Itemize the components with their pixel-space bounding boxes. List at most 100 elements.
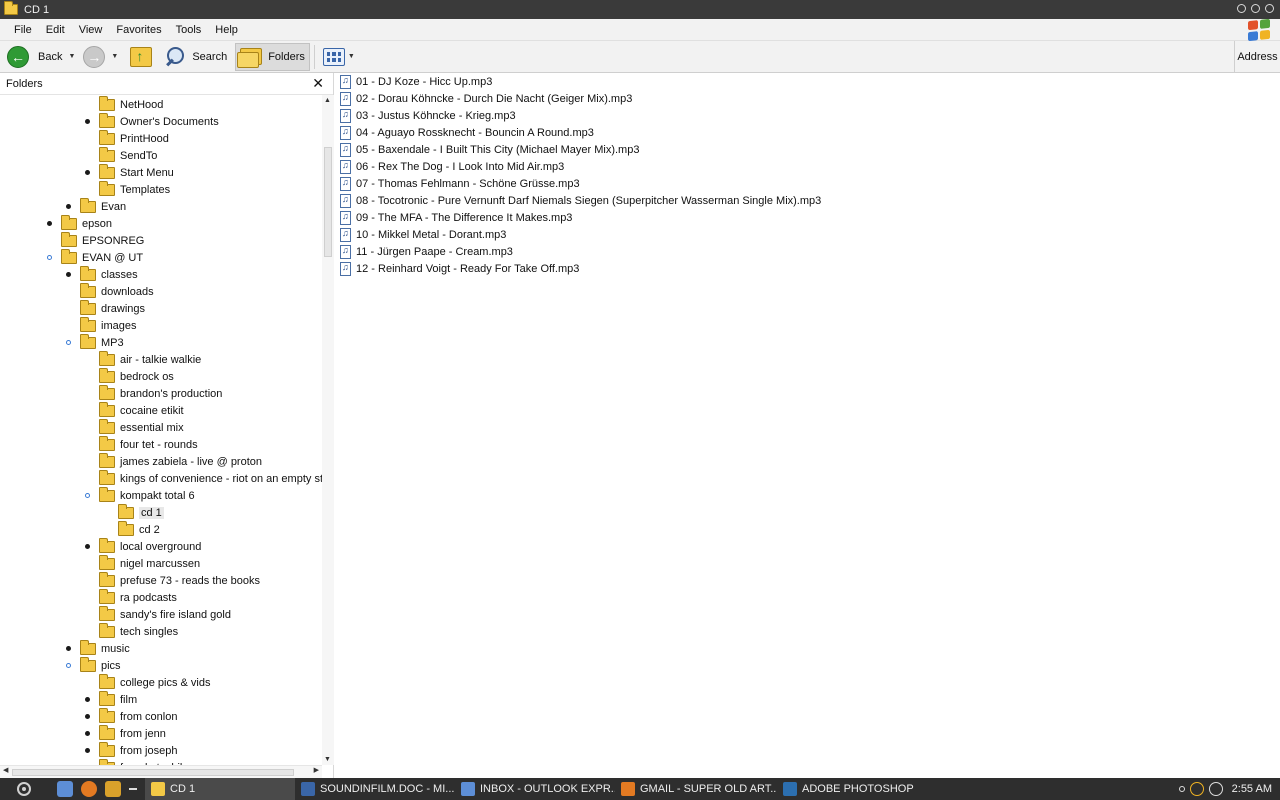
menu-file[interactable]: File [7,24,39,36]
volume-icon[interactable] [1208,782,1223,796]
expand-toggle[interactable] [85,697,90,702]
expand-toggle[interactable] [66,204,71,209]
tree-item[interactable]: downloads [80,282,154,300]
folders-button[interactable]: Folders [235,42,310,71]
tree-item[interactable]: cocaine etikit [99,401,184,419]
tree-item[interactable]: Templates [99,180,170,198]
scroll-thumb[interactable] [12,769,294,776]
tree-item[interactable]: EPSONREG [61,231,144,249]
file-item[interactable]: 02 - Dorau Köhncke - Durch Die Nacht (Ge… [340,90,632,107]
menu-view[interactable]: View [72,24,110,36]
scroll-left-icon[interactable]: ◀ [3,766,8,774]
expand-toggle[interactable] [85,170,90,175]
tree-item[interactable]: classes [80,265,138,283]
tray-icon[interactable] [1178,786,1185,792]
tree-item[interactable]: film [99,690,137,708]
tree-item[interactable]: images [80,316,136,334]
tree-item[interactable]: james zabiela - live @ proton [99,452,262,470]
taskbar-button[interactable]: SOUNDINFILM.DOC - MI... [295,778,455,800]
tree-item[interactable]: college pics & vids [99,673,211,691]
tree-item[interactable]: four tet - rounds [99,435,198,453]
forward-button[interactable]: → ▼ [79,43,122,71]
expand-toggle[interactable] [66,272,71,277]
tree-item[interactable]: bedrock os [99,367,174,385]
tree-item[interactable]: prefuse 73 - reads the books [99,571,260,589]
tree-item[interactable]: music [80,639,130,657]
views-button[interactable]: ▼ [319,43,359,71]
start-button[interactable] [17,782,31,796]
forward-dropdown-icon[interactable]: ▼ [111,53,118,60]
tree-item[interactable]: nigel marcussen [99,554,200,572]
tree-item[interactable]: local overground [99,537,201,555]
up-button[interactable] [122,43,160,71]
file-item[interactable]: 01 - DJ Koze - Hicc Up.mp3 [340,73,492,90]
file-item[interactable]: 07 - Thomas Fehlmann - Schöne Grüsse.mp3 [340,175,580,192]
tree-item[interactable]: essential mix [99,418,184,436]
tree-item[interactable]: kings of convenience - riot on an empty … [99,469,322,487]
tree-item[interactable]: from jenn [99,724,166,742]
back-dropdown-icon[interactable]: ▼ [68,53,75,60]
file-item[interactable]: 06 - Rex The Dog - I Look Into Mid Air.m… [340,158,564,175]
tree-item[interactable]: cd 2 [118,520,160,538]
file-item[interactable]: 04 - Aguayo Rossknecht - Bouncin A Round… [340,124,594,141]
tree-item[interactable]: air - talkie walkie [99,350,201,368]
tree-horizontal-scrollbar[interactable]: ◀ ▶ [0,765,322,778]
file-item[interactable]: 10 - Mikkel Metal - Dorant.mp3 [340,226,506,243]
tree-item[interactable]: from joseph [99,741,177,759]
tree-item[interactable]: SendTo [99,146,157,164]
expand-toggle[interactable] [47,221,52,226]
expand-toggle[interactable] [66,663,71,668]
expand-toggle[interactable] [66,646,71,651]
expand-toggle[interactable] [85,748,90,753]
expand-toggle[interactable] [85,731,90,736]
show-desktop-icon[interactable] [57,781,73,797]
close-button[interactable] [1265,4,1274,13]
tree-item[interactable]: sandy's fire island gold [99,605,231,623]
search-button[interactable]: Search [160,43,231,71]
tree-item[interactable]: Start Menu [99,163,174,181]
firefox-icon[interactable] [81,781,97,797]
scroll-down-icon[interactable]: ▼ [324,756,331,763]
tree-item[interactable]: kompakt total 6 [99,486,195,504]
tree-item[interactable]: epson [61,214,112,232]
tree-item[interactable]: MP3 [80,333,124,351]
file-item[interactable]: 09 - The MFA - The Difference It Makes.m… [340,209,572,226]
tree-item[interactable]: cd 1 [118,503,164,521]
tree-item[interactable]: Evan [80,197,126,215]
tree-item[interactable]: drawings [80,299,145,317]
menu-favorites[interactable]: Favorites [109,24,168,36]
network-icon[interactable] [1189,782,1204,796]
expand-toggle[interactable] [85,119,90,124]
taskbar-button[interactable]: ADOBE PHOTOSHOP [777,778,917,800]
views-dropdown-icon[interactable]: ▼ [348,53,355,60]
scroll-up-icon[interactable]: ▲ [324,97,331,104]
tree-item[interactable]: ra podcasts [99,588,177,606]
file-item[interactable]: 05 - Baxendale - I Built This City (Mich… [340,141,639,158]
taskbar-button[interactable]: INBOX - OUTLOOK EXPR... [455,778,615,800]
expand-toggle[interactable] [85,544,90,549]
file-item[interactable]: 12 - Reinhard Voigt - Ready For Take Off… [340,260,579,277]
tree-item[interactable]: EVAN @ UT [61,248,143,266]
scroll-thumb[interactable] [324,147,332,257]
clock[interactable]: 2:55 AM [1232,783,1272,795]
file-item[interactable]: 08 - Tocotronic - Pure Vernunft Darf Nie… [340,192,821,209]
file-item[interactable]: 03 - Justus Köhncke - Krieg.mp3 [340,107,516,124]
expand-toggle[interactable] [85,493,90,498]
menu-help[interactable]: Help [208,24,245,36]
tree-item[interactable]: PrintHood [99,129,169,147]
address-label[interactable]: Address [1234,41,1280,72]
close-icon[interactable]: ✕ [312,76,324,90]
tree-item[interactable]: tech singles [99,622,178,640]
expand-toggle[interactable] [47,255,52,260]
scroll-right-icon[interactable]: ▶ [314,766,319,774]
tree-item[interactable]: Owner's Documents [99,112,219,130]
expand-toggle[interactable] [85,714,90,719]
winamp-icon[interactable] [105,781,121,797]
menu-edit[interactable]: Edit [39,24,72,36]
expand-toggle[interactable] [66,340,71,345]
taskbar-button[interactable]: CD 1 [145,778,295,800]
title-bar[interactable]: CD 1 [0,0,1280,19]
maximize-button[interactable] [1251,4,1260,13]
tree-vertical-scrollbar[interactable]: ▲ ▼ [322,95,334,765]
tree-item[interactable]: pics [80,656,121,674]
